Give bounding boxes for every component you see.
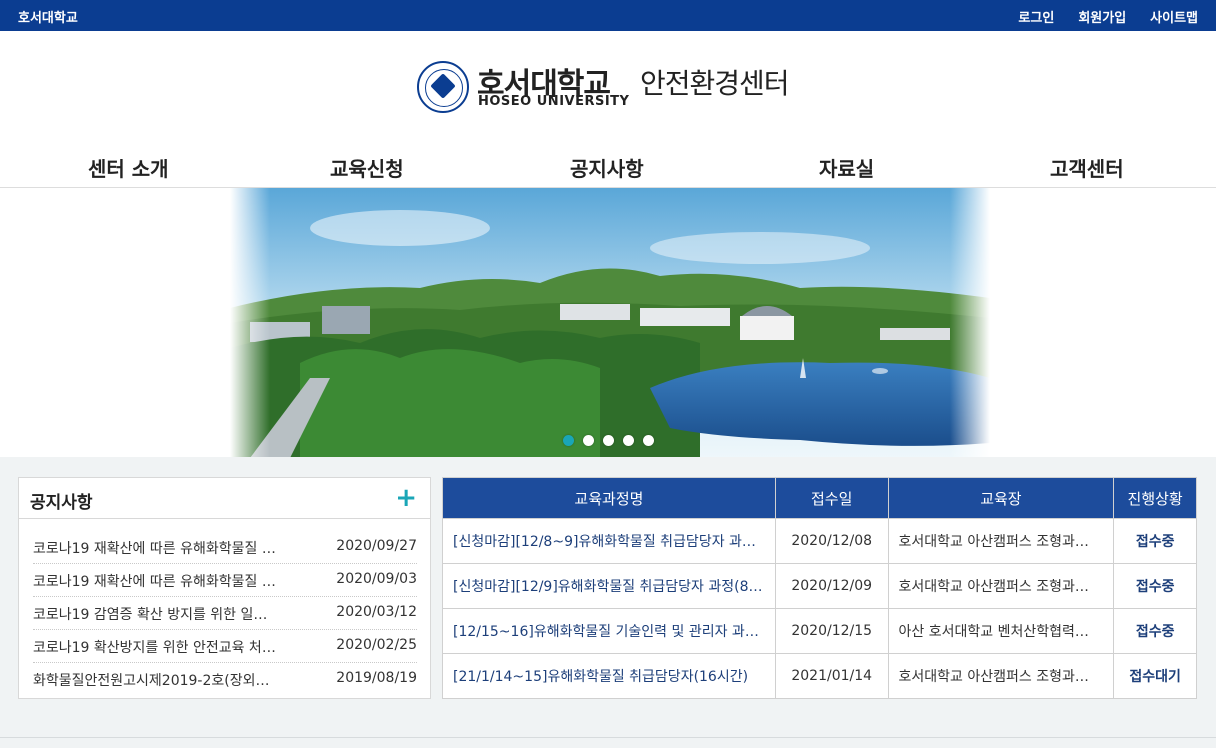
notice-item-title[interactable]: 코로나19 감염증 확산 방지를 위한 일… xyxy=(33,604,318,624)
notice-list: 코로나19 재확산에 따른 유해화학물질 … 2020/09/27 코로나19 … xyxy=(33,531,417,696)
course-name[interactable]: [신청마감][12/8~9]유해화학물질 취급담당자 과… xyxy=(442,518,776,564)
slider-dot[interactable] xyxy=(603,435,614,446)
slider-dot[interactable] xyxy=(623,435,634,446)
slider-pagination xyxy=(563,435,654,446)
nav-item-notice[interactable]: 공지사항 xyxy=(570,153,644,182)
top-bar-brand[interactable]: 호서대학교 xyxy=(18,7,78,26)
course-status: 접수대기 xyxy=(1113,653,1197,699)
top-bar: 호서대학교 로그인 회원가입 사이트맵 xyxy=(0,0,1216,31)
course-date: 2020/12/09 xyxy=(774,563,889,609)
column-header-place: 교육장 xyxy=(887,477,1115,519)
column-header-status: 진행상황 xyxy=(1113,477,1197,519)
nav-item-support[interactable]: 고객센터 xyxy=(1050,153,1124,182)
notice-item-date: 2020/09/03 xyxy=(336,571,417,587)
slider-dot[interactable] xyxy=(563,435,574,446)
notice-item-date: 2020/09/27 xyxy=(336,538,417,554)
course-place: 호서대학교 아산캠퍼스 조형과… xyxy=(887,518,1115,564)
course-status: 접수중 xyxy=(1113,563,1197,609)
signup-link[interactable]: 회원가입 xyxy=(1078,7,1126,26)
notice-item-date: 2019/08/19 xyxy=(336,670,417,686)
table-header-row: 교육과정명 접수일 교육장 진행상황 xyxy=(442,477,1197,519)
nav-item-apply[interactable]: 교육신청 xyxy=(330,153,404,182)
course-name[interactable]: [신청마감][12/9]유해화학물질 취급담당자 과정(8… xyxy=(442,563,776,609)
list-item[interactable]: 코로나19 감염증 확산 방지를 위한 일… 2020/03/12 xyxy=(33,597,417,630)
hero-banner xyxy=(0,188,1216,458)
column-header-course: 교육과정명 xyxy=(442,477,776,519)
main-navigation: 센터 소개 교육신청 공지사항 자료실 고객센터 xyxy=(0,143,1216,188)
course-name[interactable]: [21/1/14~15]유해화학물질 취급담당자(16시간) xyxy=(442,653,776,699)
notice-item-title[interactable]: 코로나19 확산방지를 위한 안전교육 처… xyxy=(33,637,318,657)
slider-dot[interactable] xyxy=(583,435,594,446)
notice-item-title[interactable]: 화학물질안전원고시제2019-2호(장외… xyxy=(33,670,318,690)
list-item[interactable]: 코로나19 확산방지를 위한 안전교육 처… 2020/02/25 xyxy=(33,630,417,663)
course-table: 교육과정명 접수일 교육장 진행상황 [신청마감][12/8~9]유해화학물질 … xyxy=(442,477,1197,699)
notice-header: 공지사항 + xyxy=(19,478,430,519)
notice-item-title[interactable]: 코로나19 재확산에 따른 유해화학물질 … xyxy=(33,571,318,591)
column-header-date: 접수일 xyxy=(774,477,889,519)
logo-center-name: 안전환경센터 xyxy=(640,67,790,100)
course-name[interactable]: [12/15~16]유해화학물질 기술인력 및 관리자 과… xyxy=(442,608,776,654)
table-row[interactable]: [신청마감][12/8~9]유해화학물질 취급담당자 과… 2020/12/08… xyxy=(442,518,1197,564)
logo-english: HOSEO UNIVERSITY xyxy=(478,94,630,109)
list-item[interactable]: 코로나19 재확산에 따른 유해화학물질 … 2020/09/03 xyxy=(33,564,417,597)
notice-item-title[interactable]: 코로나19 재확산에 따른 유해화학물질 … xyxy=(33,538,318,558)
sitemap-link[interactable]: 사이트맵 xyxy=(1150,7,1198,26)
divider xyxy=(0,737,1216,738)
notice-panel: 공지사항 + 코로나19 재확산에 따른 유해화학물질 … 2020/09/27… xyxy=(18,477,431,699)
course-place: 호서대학교 아산캠퍼스 조형과… xyxy=(887,563,1115,609)
course-place: 아산 호서대학교 벤처산학협력… xyxy=(887,608,1115,654)
list-item[interactable]: 코로나19 재확산에 따른 유해화학물질 … 2020/09/27 xyxy=(33,531,417,564)
course-place: 호서대학교 아산캠퍼스 조형과… xyxy=(887,653,1115,699)
notice-item-date: 2020/02/25 xyxy=(336,637,417,653)
notice-title: 공지사항 xyxy=(30,493,93,513)
top-bar-links: 로그인 회원가입 사이트맵 xyxy=(1018,7,1198,26)
course-date: 2021/01/14 xyxy=(774,653,889,699)
list-item[interactable]: 화학물질안전원고시제2019-2호(장외… 2019/08/19 xyxy=(33,663,417,696)
course-status: 접수중 xyxy=(1113,518,1197,564)
nav-item-library[interactable]: 자료실 xyxy=(819,153,874,182)
campus-photo xyxy=(230,188,990,458)
content-section: 공지사항 + 코로나19 재확산에 따른 유해화학물질 … 2020/09/27… xyxy=(0,457,1216,748)
university-seal-icon xyxy=(417,61,469,113)
course-date: 2020/12/08 xyxy=(774,518,889,564)
notice-item-date: 2020/03/12 xyxy=(336,604,417,620)
table-row[interactable]: [12/15~16]유해화학물질 기술인력 및 관리자 과… 2020/12/1… xyxy=(442,608,1197,654)
nav-item-about[interactable]: 센터 소개 xyxy=(88,153,169,182)
slider-dot[interactable] xyxy=(643,435,654,446)
logo-area[interactable]: 호서대학교 HOSEO UNIVERSITY 안전환경센터 xyxy=(0,31,1216,143)
table-row[interactable]: [신청마감][12/9]유해화학물질 취급담당자 과정(8… 2020/12/0… xyxy=(442,563,1197,609)
plus-icon[interactable]: + xyxy=(395,483,417,513)
course-status: 접수중 xyxy=(1113,608,1197,654)
table-row[interactable]: [21/1/14~15]유해화학물질 취급담당자(16시간) 2021/01/1… xyxy=(442,653,1197,699)
login-link[interactable]: 로그인 xyxy=(1018,7,1054,26)
course-date: 2020/12/15 xyxy=(774,608,889,654)
